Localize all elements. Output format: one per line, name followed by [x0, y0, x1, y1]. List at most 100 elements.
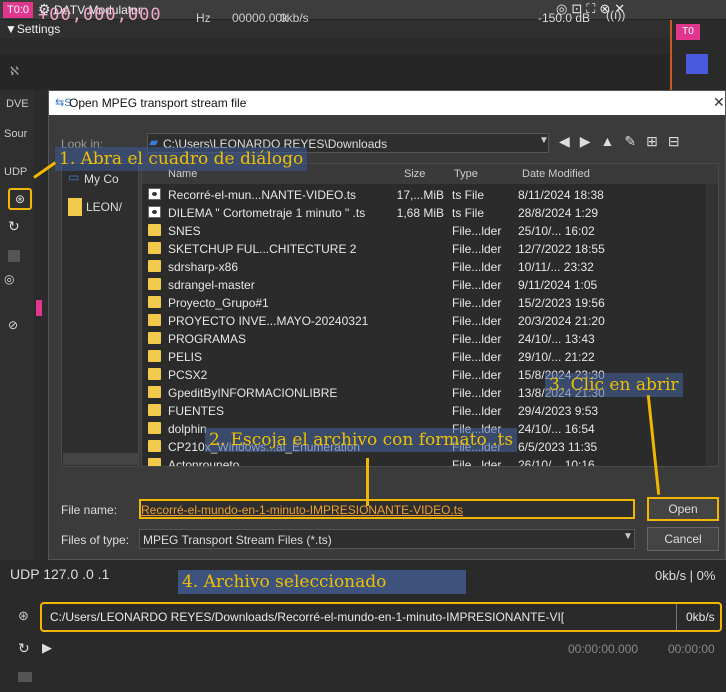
computer-icon: ▭ [68, 170, 80, 184]
time-total: 00:00:00 [668, 642, 715, 656]
file-date: 28/8/2024 1:29 [518, 206, 599, 220]
file-date: 8/11/2024 18:38 [518, 188, 604, 202]
folder-icon [148, 458, 161, 466]
play-icon[interactable]: ▶ [42, 640, 52, 656]
file-name: SKETCHUP FUL...CHITECTURE 2 [168, 242, 357, 256]
left-label-udp: UDP [4, 166, 28, 178]
file-date: 24/10/... 16:54 [518, 422, 595, 436]
dialog-title: Open MPEG transport stream file [69, 96, 247, 110]
file-name: PCSX2 [168, 368, 208, 382]
file-date: 6/5/2023 11:35 [518, 440, 598, 454]
udp-address: UDP 127.0 .0 .1 [10, 566, 110, 582]
annotation-step-4: 4. Archivo seleccionado [178, 570, 466, 594]
ts-file-icon [148, 206, 161, 218]
file-name: GpeditByINFORMACIONLIBRE [168, 386, 338, 400]
frequency-unit: Hz [196, 11, 211, 25]
file-row[interactable]: sdrsharp-x86 File...lder 10/11/... 23:32 [142, 257, 718, 275]
folder-icon [148, 386, 161, 398]
close-icon[interactable]: ✕ [713, 94, 725, 111]
sidebar-item-user[interactable]: LEON/ [86, 200, 122, 214]
file-size: 17,...MiB [396, 188, 444, 202]
antenna-icon: ((ı)) [606, 8, 626, 22]
cancel-button[interactable]: Cancel [647, 527, 719, 551]
file-date: 15/2/2023 19:56 [518, 296, 605, 310]
file-type: File...lder [452, 368, 502, 382]
user-folder-icon [68, 198, 82, 216]
file-row[interactable]: PROGRAMAS File...lder 24/10/... 13:43 [142, 329, 718, 347]
file-row[interactable]: PELIS File...lder 29/10/... 21:22 [142, 347, 718, 365]
chevron-down-icon[interactable]: ▼ [623, 531, 633, 542]
file-name: FUENTES [168, 404, 225, 418]
refresh-icon[interactable]: ↻ [8, 218, 20, 235]
divider [676, 604, 677, 630]
file-type: File...lder [452, 278, 502, 292]
chevron-down-icon[interactable]: ▼ [539, 135, 549, 146]
file-date: 29/4/2023 9:53 [518, 404, 599, 418]
file-row[interactable]: SNES File...lder 25/10/... 16:02 [142, 221, 718, 239]
sidebar-item-computer[interactable]: My Co [84, 172, 119, 186]
file-type: File...lder [452, 404, 502, 418]
file-type: File...lder [452, 224, 502, 238]
folder-icon [148, 296, 161, 308]
file-size: 1,68 MiB [396, 206, 444, 220]
annotation-step-1: 1. Abra el cuadro de diálogo [55, 147, 308, 171]
file-type: File...lder [452, 260, 502, 274]
file-type: File...lder [452, 350, 502, 364]
file-date: 24/10/... 13:43 [518, 332, 595, 346]
time-current: 00:00:00.000 [568, 642, 639, 656]
file-row[interactable]: Actonrouneto File...lder 26/10/... 10:16 [142, 455, 718, 467]
open-button[interactable]: Open [647, 497, 719, 521]
file-name: Actonrouneto [168, 458, 240, 467]
file-date: 10/11/... 23:32 [518, 260, 594, 274]
file-name: Proyecto_Grupo#1 [168, 296, 269, 310]
folder-icon [148, 278, 161, 290]
column-date[interactable]: Date Modified [522, 168, 590, 180]
file-row[interactable]: sdrangel-master File...lder 9/11/2024 1:05 [142, 275, 718, 293]
file-name: DILEMA " Cortometraje 1 minuto " .ts [168, 206, 366, 220]
folder-icon [148, 224, 161, 236]
navigation-icons[interactable]: ◀▶▲✎⊞⊟ [559, 133, 690, 150]
sidebar-scrollbar[interactable] [63, 453, 139, 465]
places-sidebar: ▭ My Co LEON/ [61, 163, 139, 467]
file-row[interactable]: Recorré-el-mun...NANTE-VIDEO.ts 17,...MiB… [142, 185, 718, 203]
file-row[interactable]: Proyecto_Grupo#1 File...lder 15/2/2023 19:… [142, 293, 718, 311]
bottom-bitrate: 0kb/s | 0% [655, 568, 716, 583]
file-type: File...lder [452, 458, 502, 467]
left-label-source: Sour [4, 128, 28, 140]
file-reel-icon[interactable]: ⊛ [18, 608, 29, 624]
file-type: ts File [452, 206, 485, 220]
column-size[interactable]: Size [404, 168, 425, 180]
file-type: File...lder [452, 332, 502, 346]
left-panel [0, 90, 34, 590]
hide-icon[interactable]: ⊘ [8, 318, 18, 332]
open-file-reel-icon[interactable]: ⊛ [8, 188, 32, 210]
checkbox[interactable] [8, 250, 20, 262]
file-type: File...lder [452, 386, 502, 400]
folder-icon [148, 368, 161, 380]
folder-icon [148, 332, 161, 344]
file-row[interactable]: SKETCHUP FUL...CHITECTURE 2 File...lder 12… [142, 239, 718, 257]
file-row[interactable]: PROYECTO INVE...MAYO-20240321 File...lder… [142, 311, 718, 329]
level-value: -150.0 dB [538, 11, 591, 25]
folder-icon [148, 242, 161, 254]
file-row[interactable]: DILEMA " Cortometraje 1 minuto " .ts 1,68… [142, 203, 718, 221]
checkbox-bottom[interactable] [18, 672, 32, 682]
loop-icon[interactable]: ↻ [18, 640, 30, 657]
file-type: File...lder [452, 314, 502, 328]
link-icon[interactable]: ◎ [4, 272, 14, 286]
vertical-scrollbar[interactable] [706, 184, 718, 466]
annotation-step-3: 3. Clic en abrir [545, 373, 683, 397]
column-type[interactable]: Type [454, 168, 478, 180]
file-date: 29/10/... 21:22 [518, 350, 595, 364]
file-name: PROYECTO INVE...MAYO-20240321 [168, 314, 369, 328]
file-row[interactable]: FUENTES File...lder 29/4/2023 9:53 [142, 401, 718, 419]
folder-icon [148, 404, 161, 416]
file-name: sdrsharp-x86 [168, 260, 239, 274]
file-date: 9/11/2024 1:05 [518, 278, 598, 292]
folder-icon [148, 422, 161, 434]
frequency-bar: ℵ [0, 54, 670, 90]
delta-icon: ℵ [10, 64, 19, 78]
frequency-value[interactable]: +00,000,000 [38, 5, 162, 25]
play-button-right[interactable] [686, 54, 708, 74]
file-list: Name Size Type Date Modified Recorré-el-… [141, 163, 719, 467]
